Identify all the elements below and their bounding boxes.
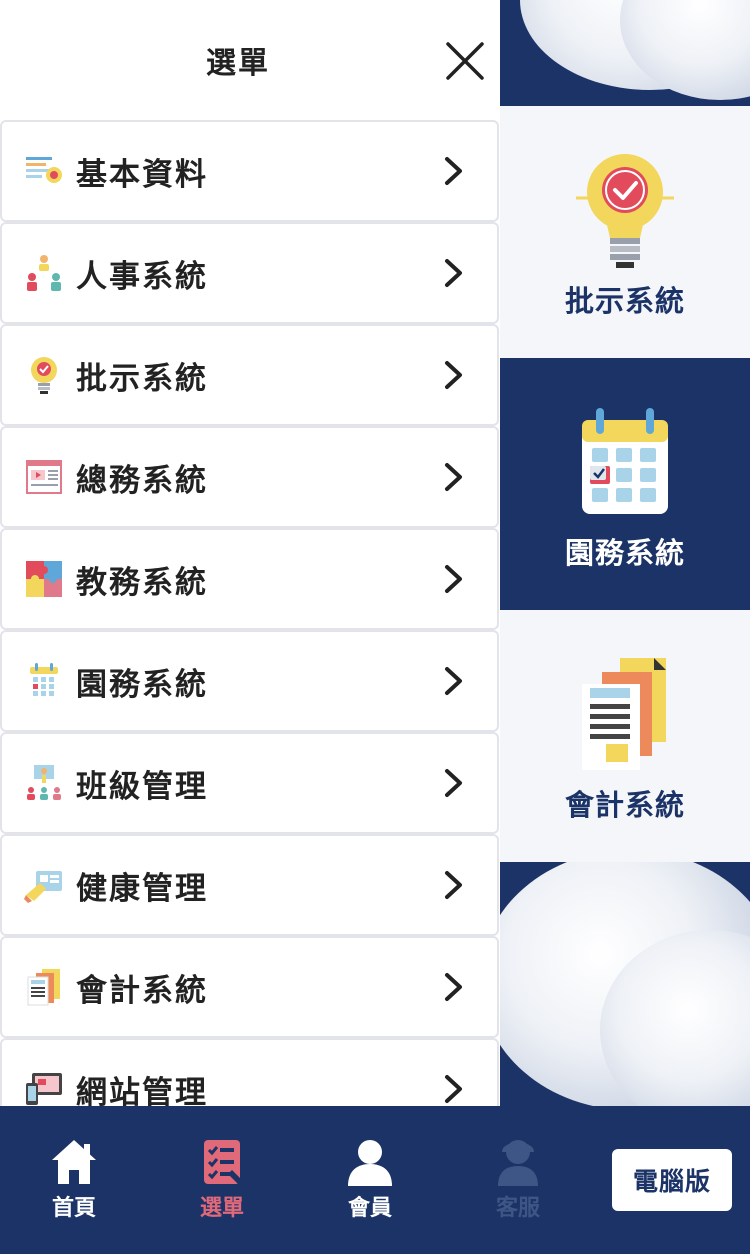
chevron-right-icon <box>445 871 462 899</box>
menu-item-health[interactable]: 健康管理 <box>0 834 499 936</box>
chevron-right-icon <box>445 361 462 389</box>
menu-item-class-management[interactable]: 班級管理 <box>0 732 499 834</box>
menu-item-label: 園務系統 <box>76 666 208 703</box>
menu-item-label: 總務系統 <box>76 462 208 499</box>
menu-item-label: 教務系統 <box>76 564 208 601</box>
user-icon <box>348 1140 392 1186</box>
chevron-right-icon <box>445 769 462 797</box>
menu-item-general-affairs[interactable]: 總務系統 <box>0 426 499 528</box>
menu-item-academic[interactable]: 教務系統 <box>0 528 499 630</box>
tile-label: 批示系統 <box>564 284 685 318</box>
nav-menu[interactable]: 選單 <box>172 1136 272 1222</box>
nav-member[interactable]: 會員 <box>320 1136 420 1222</box>
tile-label: 園務系統 <box>564 536 685 570</box>
nav-home[interactable]: 首頁 <box>24 1136 124 1222</box>
drawer-title: 選單 <box>206 46 270 81</box>
accounting-docs-icon <box>582 658 666 770</box>
menu-item-kindergarten[interactable]: 園務系統 <box>0 630 499 732</box>
calendar-icon <box>582 408 668 514</box>
menu-item-label: 班級管理 <box>76 768 208 805</box>
document-video-icon <box>26 460 62 494</box>
nav-member-label: 會員 <box>347 1196 392 1221</box>
lightbulb-check-icon <box>31 357 57 394</box>
menu-list: 基本資料 人事系統 批示系統 總務系統 教務系統 園務系統 班級管理 健康管理 … <box>0 120 500 1106</box>
nav-support-label: 客服 <box>495 1196 540 1221</box>
classroom-icon <box>27 765 61 800</box>
accounting-docs-icon <box>27 969 60 1006</box>
menu-item-accounting[interactable]: 會計系統 <box>0 936 499 1038</box>
checklist-icon <box>204 1140 242 1184</box>
chevron-right-icon <box>445 667 462 695</box>
chevron-right-icon <box>445 973 462 1001</box>
tile-kindergarten-system[interactable]: 園務系統 <box>500 358 750 610</box>
tile-approval-system[interactable]: 批示系統 <box>500 106 750 358</box>
chevron-right-icon <box>445 259 462 287</box>
menu-item-personnel[interactable]: 人事系統 <box>0 222 499 324</box>
bottom-nav: 首頁 選單 會員 客服 電腦版 <box>0 1106 750 1254</box>
chevron-right-icon <box>445 565 462 593</box>
tile-accounting-system[interactable]: 會計系統 <box>500 610 750 862</box>
menu-item-label: 會計系統 <box>76 972 208 1009</box>
menu-item-label: 批示系統 <box>76 360 208 397</box>
website-devices-icon <box>26 1073 62 1105</box>
profile-settings-icon <box>26 157 62 183</box>
nav-home-label: 首頁 <box>51 1196 96 1221</box>
menu-item-label: 健康管理 <box>76 870 208 907</box>
puzzle-icon <box>26 561 62 597</box>
nav-support[interactable]: 客服 <box>468 1136 568 1222</box>
lightbulb-check-icon <box>576 154 674 268</box>
health-card-icon <box>24 871 62 903</box>
menu-item-label: 人事系統 <box>76 258 208 295</box>
menu-item-website[interactable]: 網站管理 <box>0 1038 499 1106</box>
calendar-icon <box>30 663 58 699</box>
chevron-right-icon <box>445 463 462 491</box>
menu-item-label: 網站管理 <box>76 1074 208 1107</box>
people-org-icon <box>27 255 61 291</box>
chevron-right-icon <box>445 157 462 185</box>
menu-item-approval[interactable]: 批示系統 <box>0 324 499 426</box>
menu-drawer: 選單 基本資料 人事系統 批示系統 總務系統 教務系統 園務系統 班級管理 健康… <box>0 0 500 1106</box>
tile-label: 會計系統 <box>564 788 685 822</box>
menu-item-label: 基本資料 <box>76 156 208 193</box>
nav-menu-label: 選單 <box>199 1196 244 1221</box>
drawer-header: 選單 <box>0 0 500 120</box>
customer-service-icon <box>498 1140 538 1186</box>
desktop-version-button[interactable]: 電腦版 <box>612 1149 732 1211</box>
chevron-right-icon <box>445 1075 462 1103</box>
menu-item-basic-info[interactable]: 基本資料 <box>0 120 499 222</box>
close-icon[interactable] <box>444 40 486 82</box>
home-icon <box>52 1140 96 1184</box>
